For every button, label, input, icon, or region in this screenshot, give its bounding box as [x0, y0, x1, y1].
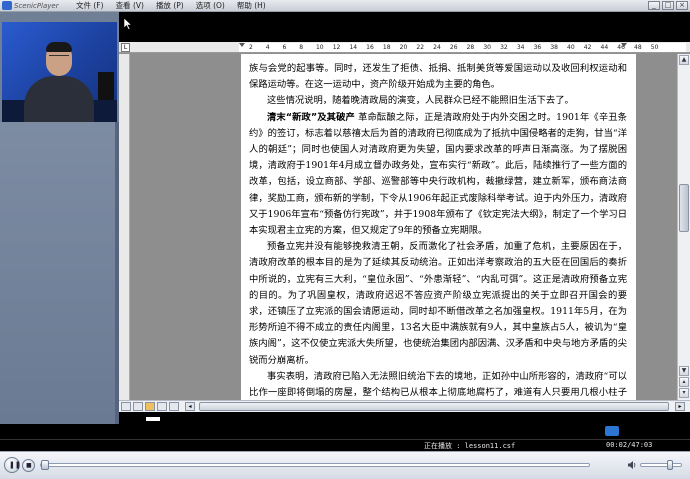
- close-button[interactable]: ×: [676, 1, 688, 10]
- webcam-video: [2, 22, 117, 122]
- ruler-number: 48: [634, 44, 642, 51]
- left-panel: [0, 12, 119, 424]
- paragraph-3: 清末“新政”及其破产 革命酝酿之际，正是清政府处于内外交困之时。1901年《辛丑…: [249, 110, 627, 240]
- volume-thumb[interactable]: [666, 460, 673, 470]
- app-name: ScenicPlayer: [14, 1, 59, 10]
- ruler-number: 42: [583, 44, 592, 51]
- seek-bar[interactable]: [40, 460, 590, 470]
- ruler-number: 18: [382, 44, 391, 51]
- right-indent-marker[interactable]: [621, 43, 627, 47]
- volume-slider[interactable]: [640, 460, 682, 470]
- stop-button[interactable]: ■: [22, 459, 35, 472]
- web-view-icon[interactable]: [133, 402, 143, 411]
- ruler-scale: 2 4 6 8 10 12 14 16 18 20 22 24 26 28 30 32 34 36 38 40 42 44…: [239, 43, 686, 52]
- ruler-number: 32: [500, 44, 508, 51]
- volume-icon[interactable]: [627, 460, 637, 470]
- stop-icon: ■: [26, 462, 32, 469]
- left-panel-background: [0, 122, 119, 424]
- tab-selector[interactable]: L: [121, 43, 130, 52]
- document-window: L 2 4 6 8 10 12 14 16 18 20 22 24 26 28 30 32 34 36 38 40 42…: [119, 42, 690, 412]
- vertical-scroll-thumb[interactable]: [679, 184, 689, 232]
- menu-file[interactable]: 文件 (F): [70, 0, 110, 12]
- playback-time: 00:02/47:03: [606, 441, 653, 449]
- normal-view-icon[interactable]: [121, 402, 131, 411]
- paragraph-5: 事实表明，清政府已陷入无法照旧统治下去的境地，正如孙中山所形容的，清政府“可以比…: [249, 369, 627, 400]
- vertical-ruler: [119, 54, 130, 400]
- reading-view-icon[interactable]: [169, 402, 179, 411]
- now-playing-label: 正在播放 : lesson11.csf: [424, 442, 516, 450]
- next-page-icon[interactable]: ▾: [679, 388, 689, 398]
- scroll-down-arrow-icon[interactable]: ▼: [679, 366, 689, 376]
- ruler-number: 6: [282, 44, 287, 51]
- seek-thumb[interactable]: [41, 460, 49, 470]
- horizontal-scrollbar-row: ◂ ▸: [119, 400, 690, 412]
- ruler-number: 16: [366, 44, 374, 51]
- horizontal-ruler: L 2 4 6 8 10 12 14 16 18 20 22 24 26 28 30 32 34 36 38 40 42…: [119, 42, 690, 53]
- paragraph-1: 族与会党的起事等。同时，还发生了拒债、抵捐、抵制美货等爱国运动以及收回利权运动和…: [249, 63, 627, 91]
- ruler-number: 14: [349, 44, 358, 51]
- paragraph-5-body: 事实表明，清政府已陷入无法照旧统治下去的境地，正如孙中山所形容的，清政府“可以比…: [249, 370, 627, 399]
- ruler-number: 20: [399, 44, 408, 51]
- ruler-number: 8: [299, 44, 304, 51]
- ruler-number: 22: [416, 44, 425, 51]
- minimize-button[interactable]: _: [648, 1, 660, 10]
- mouse-cursor-icon: [124, 18, 132, 30]
- menu-view[interactable]: 查看 (V): [110, 0, 150, 12]
- ruler-number: 34: [516, 44, 525, 51]
- menu-help[interactable]: 帮助 (H): [231, 0, 272, 12]
- document-text[interactable]: 族与会党的起事等。同时，还发生了拒债、抵捐、抵制美货等爱国运动以及收回利权运动和…: [249, 61, 627, 400]
- ruler-number: 30: [483, 44, 491, 51]
- ruler-number: 38: [550, 44, 558, 51]
- scroll-up-arrow-icon[interactable]: ▲: [679, 55, 689, 65]
- tray-icon: [605, 426, 619, 436]
- status-bar: 正在播放 : lesson11.csf 00:02/47:03: [0, 439, 690, 451]
- ruler-number: 24: [433, 44, 441, 51]
- document-page: 族与会党的起事等。同时，还发生了拒债、抵捐、抵制美货等爱国运动以及收回利权运动和…: [241, 54, 636, 400]
- pause-button[interactable]: ❚❚: [4, 457, 21, 473]
- pause-icon: ❚❚: [9, 461, 21, 469]
- ruler-number: 10: [315, 44, 324, 51]
- page-view-icon[interactable]: [145, 402, 155, 411]
- menu-play[interactable]: 播放 (P): [150, 0, 190, 12]
- ruler-number: 44: [600, 44, 609, 51]
- vertical-scrollbar[interactable]: ▲ ▼ ▴ ▾: [677, 54, 690, 400]
- ruler-number: 50: [650, 44, 659, 51]
- maximize-button[interactable]: □: [662, 1, 674, 10]
- page-area: 族与会党的起事等。同时，还发生了拒债、抵捐、抵制美货等爱国运动以及收回利权运动和…: [131, 54, 677, 400]
- ruler-number: 40: [567, 44, 575, 51]
- outline-view-icon[interactable]: [157, 402, 167, 411]
- ruler-number: 28: [466, 44, 475, 51]
- taskbar-item: [146, 417, 160, 421]
- presenter-figure: [24, 76, 94, 122]
- prev-page-icon[interactable]: ▴: [679, 377, 689, 387]
- title-bar: ScenicPlayer 文件 (F) 查看 (V) 播放 (P) 选项 (O)…: [0, 0, 690, 12]
- horizontal-scroll-thumb[interactable]: [199, 402, 669, 411]
- screen-capture-bottom: [119, 412, 690, 439]
- screen-capture-top: [119, 12, 690, 42]
- paragraph-2: 这些情况说明，随着晚清政局的演变，人民群众已经不能照旧生活下去了。: [267, 95, 574, 107]
- scroll-left-arrow-icon[interactable]: ◂: [185, 402, 195, 411]
- ruler-number: 12: [332, 44, 341, 51]
- scroll-right-arrow-icon[interactable]: ▸: [675, 402, 685, 411]
- app-logo-icon: [2, 1, 12, 10]
- ruler-number: 36: [533, 44, 542, 51]
- menu-bar: 文件 (F) 查看 (V) 播放 (P) 选项 (O) 帮助 (H): [70, 0, 272, 12]
- ruler-number: 2: [249, 44, 253, 51]
- indent-marker[interactable]: [239, 43, 245, 47]
- menu-options[interactable]: 选项 (O): [190, 0, 231, 12]
- paragraph-4: 预备立宪并没有能够挽救清王朝，反而激化了社会矛盾，加重了危机，主要原因在于，清政…: [249, 241, 627, 366]
- ruler-number: 26: [449, 44, 458, 51]
- ruler-number: 4: [265, 44, 270, 51]
- paragraph-3-body: 革命酝酿之际，正是清政府处于内外交困之时。1901年《辛丑条约》的签订，标志着以…: [249, 111, 627, 237]
- section-heading: 清末“新政”及其破产: [267, 111, 355, 123]
- player-controls: ❚❚ ■: [0, 451, 690, 479]
- window-controls: _ □ ×: [648, 1, 688, 10]
